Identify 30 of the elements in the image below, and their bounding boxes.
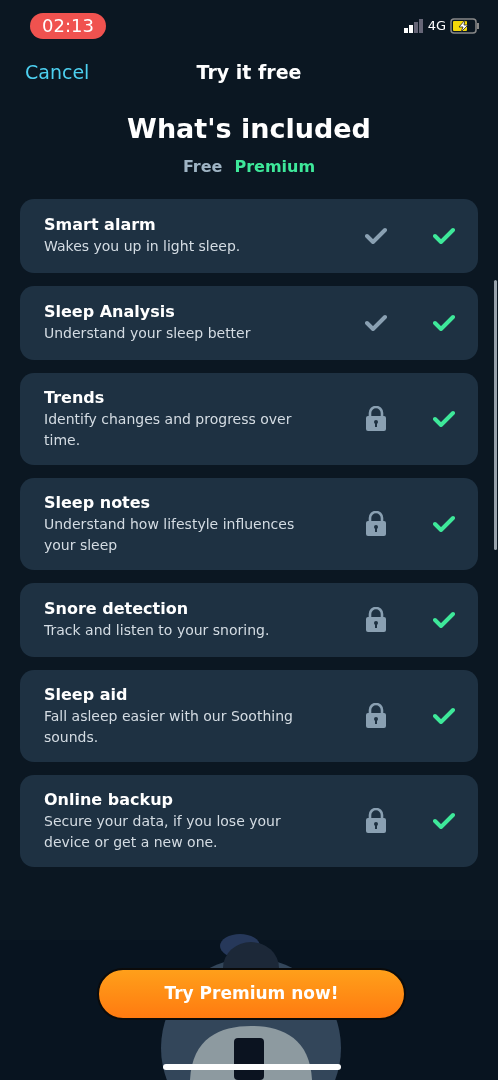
check-icon — [433, 611, 455, 628]
page-title: Try it free — [196, 59, 302, 85]
check-icon — [433, 410, 455, 427]
check-icon — [433, 314, 455, 331]
cancel-button[interactable]: Cancel — [25, 57, 90, 87]
feature-description: Track and listen to your snoring. — [44, 621, 271, 640]
feature-description: Wakes you up in light sleep. — [44, 237, 242, 256]
check-icon — [433, 812, 455, 829]
feature-description: Identify changes and progress over time. — [44, 409, 293, 450]
section-heading: What's included — [126, 112, 372, 146]
free-column-label: Free — [182, 155, 223, 178]
battery-charging-icon — [450, 18, 480, 34]
status-time: 02:13 — [30, 13, 106, 39]
check-icon — [433, 227, 455, 244]
feature-description: Understand how lifestyle influences your sleep — [44, 514, 296, 555]
check-icon — [433, 707, 455, 724]
feature-title: Trends — [44, 386, 106, 409]
check-icon — [433, 515, 455, 532]
feature-title: Sleep aid — [44, 683, 129, 706]
network-label: 4G — [427, 17, 446, 36]
feature-title: Sleep Analysis — [44, 301, 176, 323]
feature-title: Online backup — [44, 788, 174, 811]
feature-description: Fall asleep easier with our Soothing sounds. — [44, 706, 294, 747]
feature-description: Secure your data, if you lose your device or get a new one. — [44, 811, 282, 852]
feature-title: Smart alarm — [44, 214, 157, 236]
premium-column-label: Premium — [234, 155, 316, 178]
feature-description: Understand your sleep better — [44, 324, 252, 343]
feature-title: Sleep notes — [44, 491, 152, 514]
feature-title: Snore detection — [44, 598, 190, 620]
signal-icon — [403, 19, 424, 33]
